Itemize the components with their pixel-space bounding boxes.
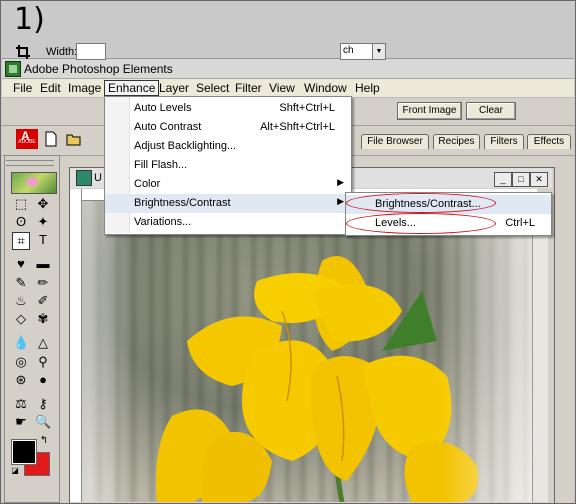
move-tool-icon[interactable]: ✥ (35, 196, 51, 212)
toolbox-grip[interactable] (6, 160, 54, 166)
elements-logo (11, 172, 57, 194)
front-image-button[interactable]: Front Image (397, 102, 462, 120)
crop-options-icon[interactable] (15, 44, 31, 60)
submenu-arrow-icon: ▶ (337, 177, 344, 187)
menu-item-shortcut: Shft+Ctrl+L (279, 102, 335, 114)
close-button[interactable]: ✕ (530, 172, 548, 187)
clear-button[interactable]: Clear (466, 102, 516, 120)
menu-item-brightness-contrast[interactable]: Brightness/Contrast ▶ (105, 194, 351, 213)
menu-item-shortcut: Alt+Shft+Ctrl+L (260, 121, 335, 133)
sponge-tool-icon[interactable]: ◎ (13, 354, 29, 370)
menu-enhance[interactable]: Enhance (104, 80, 160, 96)
blur-tool-icon[interactable]: 💧 (13, 335, 29, 351)
menu-window[interactable]: Window (301, 81, 350, 95)
menu-filter[interactable]: Filter (232, 81, 265, 95)
tab-file-browser[interactable]: File Browser (361, 134, 429, 149)
title-bar: Adobe Photoshop Elements (2, 59, 574, 79)
shape-tool-icon[interactable]: ♥ (13, 256, 29, 272)
menu-item-label: Variations... (134, 216, 192, 228)
eraser-tool-icon[interactable]: ◇ (13, 311, 29, 327)
menu-item-label: Brightness/Contrast (134, 197, 231, 209)
type-tool-icon[interactable]: T (35, 232, 51, 248)
gradient-tool-icon[interactable]: ▬ (35, 256, 51, 272)
new-file-icon[interactable] (44, 131, 58, 147)
submenu-arrow-icon: ▶ (337, 196, 344, 206)
width-label: Width: (46, 46, 78, 58)
clone-stamp-tool-icon[interactable]: ✾ (35, 311, 51, 327)
zoom-tool-icon[interactable]: 🔍 (35, 414, 51, 430)
open-folder-icon[interactable] (66, 131, 82, 147)
highlight-oval-brightness-contrast (346, 193, 496, 213)
foreground-color-swatch[interactable] (11, 439, 37, 465)
menu-item-fill-flash[interactable]: Fill Flash... (105, 156, 351, 175)
color-sampler-icon[interactable]: ⚷ (35, 396, 51, 412)
menu-item-adjust-backlighting[interactable]: Adjust Backlighting... (105, 137, 351, 156)
menu-select[interactable]: Select (193, 81, 232, 95)
crop-tool-icon[interactable]: ⌗ (12, 232, 30, 250)
highlight-oval-levels (346, 213, 496, 234)
marquee-tool-icon[interactable]: ⬚ (13, 196, 29, 212)
app-title: Adobe Photoshop Elements (24, 62, 173, 76)
menu-item-label: Auto Levels (134, 102, 192, 114)
menu-layer[interactable]: Layer (156, 81, 192, 95)
burn-tool-icon[interactable]: ● (35, 372, 51, 388)
brush-tool-icon[interactable]: ✐ (35, 293, 51, 309)
menu-item-color[interactable]: Color ▶ (105, 175, 351, 194)
menu-item-auto-levels[interactable]: Auto Levels Shft+Ctrl+L (105, 99, 351, 118)
submenu-item-shortcut: Ctrl+L (505, 217, 535, 229)
photo-canvas[interactable] (82, 201, 532, 502)
resolution-units-select[interactable]: ch ▼ (340, 43, 386, 60)
menu-view[interactable]: View (266, 81, 298, 95)
document-icon (76, 170, 92, 186)
hand-tool-icon[interactable]: ☛ (13, 414, 29, 430)
tab-effects[interactable]: Effects (527, 134, 571, 149)
magic-wand-tool-icon[interactable]: ✦ (35, 214, 51, 230)
menu-item-label: Auto Contrast (134, 121, 202, 133)
tab-recipes[interactable]: Recipes (433, 134, 480, 149)
menu-image[interactable]: Image (65, 81, 104, 95)
default-colors-icon[interactable]: ◪ (10, 466, 20, 476)
selection-brush-icon[interactable]: ⚖ (13, 396, 29, 412)
menu-item-label: Fill Flash... (134, 159, 188, 171)
red-eye-tool-icon[interactable]: ⊛ (13, 372, 29, 388)
width-input[interactable] (76, 43, 106, 60)
maximize-button[interactable]: □ (512, 172, 530, 187)
menu-item-variations[interactable]: Variations... (105, 213, 351, 232)
menu-help[interactable]: Help (352, 81, 383, 95)
lasso-tool-icon[interactable]: ʘ (13, 214, 29, 230)
ruler-vertical (70, 189, 82, 502)
menu-item-label: Color (134, 178, 161, 190)
paint-bucket-tool-icon[interactable]: ♨ (13, 293, 29, 309)
minimize-button[interactable]: _ (494, 172, 512, 187)
swap-colors-icon[interactable]: ↰ (38, 435, 50, 447)
dodge-tool-icon[interactable]: ⚲ (35, 354, 51, 370)
menu-item-label: Adjust Backlighting... (134, 140, 237, 152)
document-title: U (94, 172, 102, 184)
resolution-units-value: ch (343, 45, 354, 56)
vertical-scrollbar[interactable]: ▲ (532, 200, 548, 502)
menu-file[interactable]: File (10, 81, 35, 95)
menu-edit[interactable]: Edit (37, 81, 64, 95)
sharpen-tool-icon[interactable]: △ (35, 335, 51, 351)
pencil-tool-icon[interactable]: ✏ (35, 275, 51, 291)
dropdown-arrow-icon: ▼ (372, 44, 385, 59)
step-label: 1) (14, 2, 45, 37)
app-icon (5, 61, 21, 77)
tab-filters[interactable]: Filters (484, 134, 524, 149)
adobe-logo[interactable]: ADOBE (16, 123, 38, 149)
menu-item-auto-contrast[interactable]: Auto Contrast Alt+Shft+Ctrl+L (105, 118, 351, 137)
enhance-menu-items: Auto Levels Shft+Ctrl+L Auto Contrast Al… (104, 96, 352, 235)
photo-edge-fade (82, 201, 532, 502)
eyedropper-tool-icon[interactable]: ✎ (13, 275, 29, 291)
